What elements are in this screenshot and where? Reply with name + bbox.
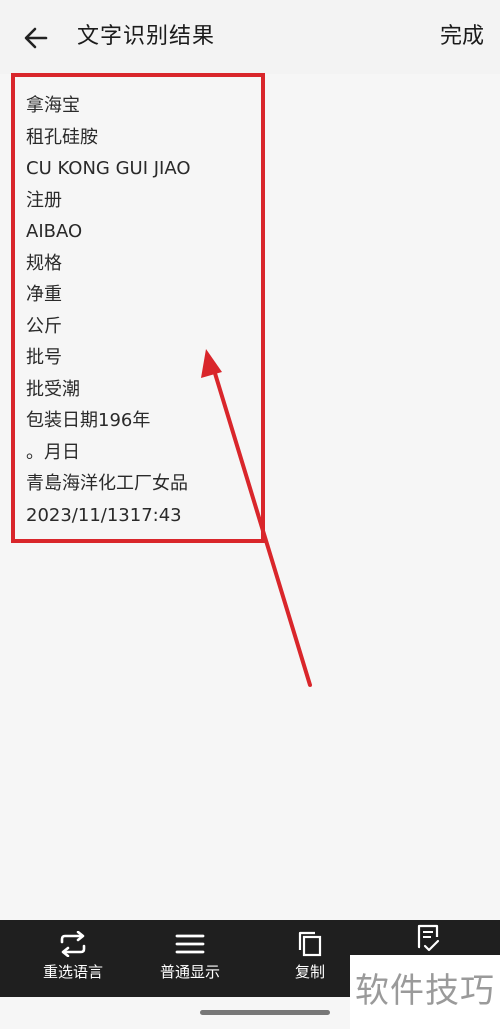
ocr-line: 青島海洋化工厂女品 bbox=[26, 473, 188, 494]
ocr-line: 租孔硅胺 bbox=[26, 126, 98, 148]
ocr-line: 包装日期196年 bbox=[26, 410, 151, 431]
copy-icon bbox=[298, 931, 322, 957]
ocr-line: 。月日 bbox=[26, 441, 80, 463]
ocr-line: 批受潮 bbox=[26, 378, 80, 400]
reselect-language-button[interactable]: 重选语言 bbox=[30, 920, 116, 997]
top-bar: 文字识别结果 完成 bbox=[0, 0, 500, 74]
ocr-line: 拿海宝 bbox=[26, 95, 80, 116]
copy-label: 复制 bbox=[294, 963, 325, 981]
reselect-language-label: 重选语言 bbox=[42, 963, 103, 981]
swap-icon bbox=[60, 931, 86, 957]
page-title: 文字识别结果 bbox=[77, 24, 216, 49]
copy-button[interactable]: 复制 bbox=[280, 920, 340, 997]
ocr-line: CU KONG GUI JIAO bbox=[26, 158, 191, 179]
ocr-line: 公斤 bbox=[26, 315, 62, 337]
ocr-result-list[interactable]: 拿海宝 租孔硅胺 CU KONG GUI JIAO 注册 AIBAO 规格 净重… bbox=[26, 90, 191, 531]
normal-display-button[interactable]: 普通显示 bbox=[150, 920, 230, 997]
lines-icon bbox=[175, 934, 205, 954]
normal-display-label: 普通显示 bbox=[159, 963, 220, 981]
ocr-line: 净重 bbox=[26, 284, 62, 305]
arrow-left-icon bbox=[24, 27, 48, 49]
back-button[interactable] bbox=[20, 22, 52, 54]
done-button[interactable]: 完成 bbox=[440, 22, 484, 52]
home-indicator[interactable] bbox=[200, 1010, 330, 1015]
ocr-line: 2023/11/1317:43 bbox=[26, 504, 182, 526]
ocr-line: 规格 bbox=[26, 252, 62, 274]
ocr-line: 批号 bbox=[26, 347, 62, 368]
ocr-line: AIBAO bbox=[26, 221, 83, 242]
ocr-line: 注册 bbox=[26, 189, 62, 211]
document-check-icon bbox=[417, 924, 440, 952]
watermark-text: 软件技巧 bbox=[355, 971, 495, 1011]
